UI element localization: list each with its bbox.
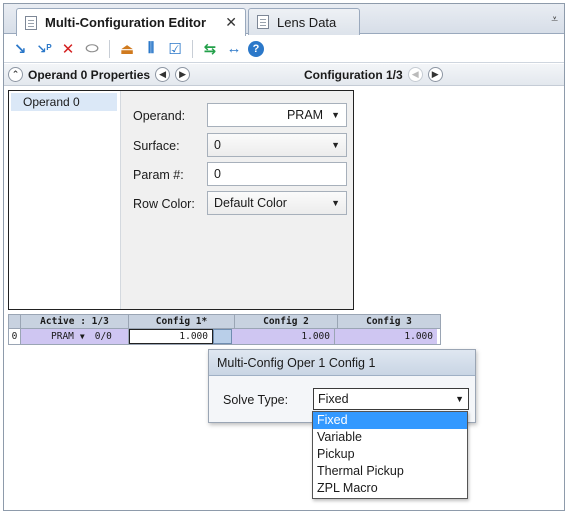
properties-form: Operand: PRAM ▼ Surface: 0 ▼ Param #: 0 … [121,91,353,309]
cell-value: 1.000 [179,331,208,342]
columns-icon[interactable]: ⦀ [141,39,161,59]
insert-operand-icon[interactable]: ↘ [10,39,30,59]
toolbar-separator [109,39,110,58]
surface-dropdown[interactable]: 0 ▼ [207,133,347,157]
delete-operand-icon[interactable]: ✕ [58,39,78,59]
option-variable[interactable]: Variable [313,429,467,446]
close-icon[interactable]: ✕ [225,14,237,31]
chevron-down-icon: ▼ [455,394,464,404]
operand-value: PRAM [286,108,324,122]
next-operand-icon[interactable]: ▶ [175,67,191,82]
refresh-icon[interactable]: ⇆ [200,39,220,59]
surface-label: Surface: [133,139,180,153]
document-icon [257,15,269,29]
solve-type-options: Fixed Variable Pickup Thermal Pickup ZPL… [312,411,468,499]
lens-icon[interactable]: ⏏ [117,39,137,59]
surface-param: 0/0 [94,331,112,342]
next-configuration-icon[interactable]: ▶ [427,67,443,82]
configuration-title: Configuration 1/3 [304,67,403,82]
operand-type: PRAM [51,331,74,342]
config-1-cell[interactable]: 1.000 [129,329,213,344]
popup-title: Multi-Config Oper 1 Config 1 [209,350,475,376]
chevron-down-icon: ▼ [331,198,340,208]
column-header[interactable]: Config 3 [338,315,440,328]
cell-value: 1.000 [301,331,330,342]
param-value: 0 [214,167,221,181]
row-number: 0 [9,329,21,344]
option-zpl-macro[interactable]: ZPL Macro [313,480,467,497]
previous-operand-icon[interactable]: ◀ [155,67,171,82]
option-thermal-pickup[interactable]: Thermal Pickup [313,463,467,480]
list-item[interactable]: Operand 0 [11,93,117,111]
tab-bar: Multi-Configuration Editor ✕ Lens Data ⩡ [4,4,564,36]
window-menu-icon[interactable]: ⩡ [551,12,558,27]
previous-configuration-icon: ◀ [407,67,423,82]
chevron-down-icon: ▼ [331,110,340,120]
operand-properties-panel: Operand 0 Operand: PRAM ▼ Surface: 0 ▼ P… [8,90,354,310]
chart-icon[interactable]: ☑ [165,39,185,59]
chevron-down-icon[interactable]: ▼ [80,332,85,341]
insert-operand-after-icon[interactable]: ↘ᴾ [34,39,54,59]
row-color-label: Row Color: [133,197,195,211]
solve-button[interactable] [213,329,232,344]
toolbar: ↘ ↘ᴾ ✕ ⬭ ⏏ ⦀ ☑ ⇆ ↔ ? [4,35,564,63]
row-color-dropdown[interactable]: Default Color ▼ [207,191,347,215]
tab-label: Lens Data [277,14,337,30]
configuration-icon[interactable]: ⬭ [82,39,102,59]
surface-value: 0 [214,138,221,152]
row-number-header [9,315,21,328]
operand-label: Operand: [133,109,186,123]
tab-label: Multi-Configuration Editor [45,15,207,30]
properties-header: ⌃ Operand 0 Properties ◀ ▶ Configuration… [4,64,564,86]
tab-multi-configuration-editor[interactable]: Multi-Configuration Editor ✕ [16,8,246,36]
column-header[interactable]: Config 1* [129,315,235,328]
solve-type-label: Solve Type: [223,393,289,407]
document-icon [25,15,37,30]
column-header[interactable]: Active : 1/3 [21,315,129,328]
toolbar-separator [192,39,193,58]
param-label: Param #: [133,168,184,182]
option-fixed[interactable]: Fixed [313,412,467,429]
arrows-icon[interactable]: ↔ [224,39,244,59]
operand-cell[interactable]: PRAM ▼ 0/0 [21,329,129,344]
cell-value: 1.000 [404,331,433,342]
chevron-down-icon: ▼ [331,140,340,150]
editor-window: Multi-Configuration Editor ✕ Lens Data ⩡… [3,3,565,511]
operand-dropdown[interactable]: PRAM ▼ [207,103,347,127]
option-pickup[interactable]: Pickup [313,446,467,463]
solve-type-value: Fixed [318,392,349,406]
configuration-grid: Active : 1/3 Config 1* Config 2 Config 3… [8,314,441,345]
row-color-value: Default Color [214,196,287,210]
param-input[interactable]: 0 [207,162,347,186]
config-3-cell[interactable]: 1.000 [335,329,437,344]
help-icon[interactable]: ? [248,40,264,57]
operand-list: Operand 0 [9,91,121,309]
table-row: 0 PRAM ▼ 0/0 1.000 1.000 1.000 [8,329,441,345]
solve-type-dropdown[interactable]: Fixed ▼ [313,388,469,410]
config-2-cell[interactable]: 1.000 [232,329,335,344]
operand-properties-title: Operand 0 Properties [28,67,151,82]
collapse-icon[interactable]: ⌃ [8,67,23,82]
tab-lens-data[interactable]: Lens Data [248,8,360,35]
grid-header: Active : 1/3 Config 1* Config 2 Config 3 [8,314,441,329]
column-header[interactable]: Config 2 [235,315,338,328]
